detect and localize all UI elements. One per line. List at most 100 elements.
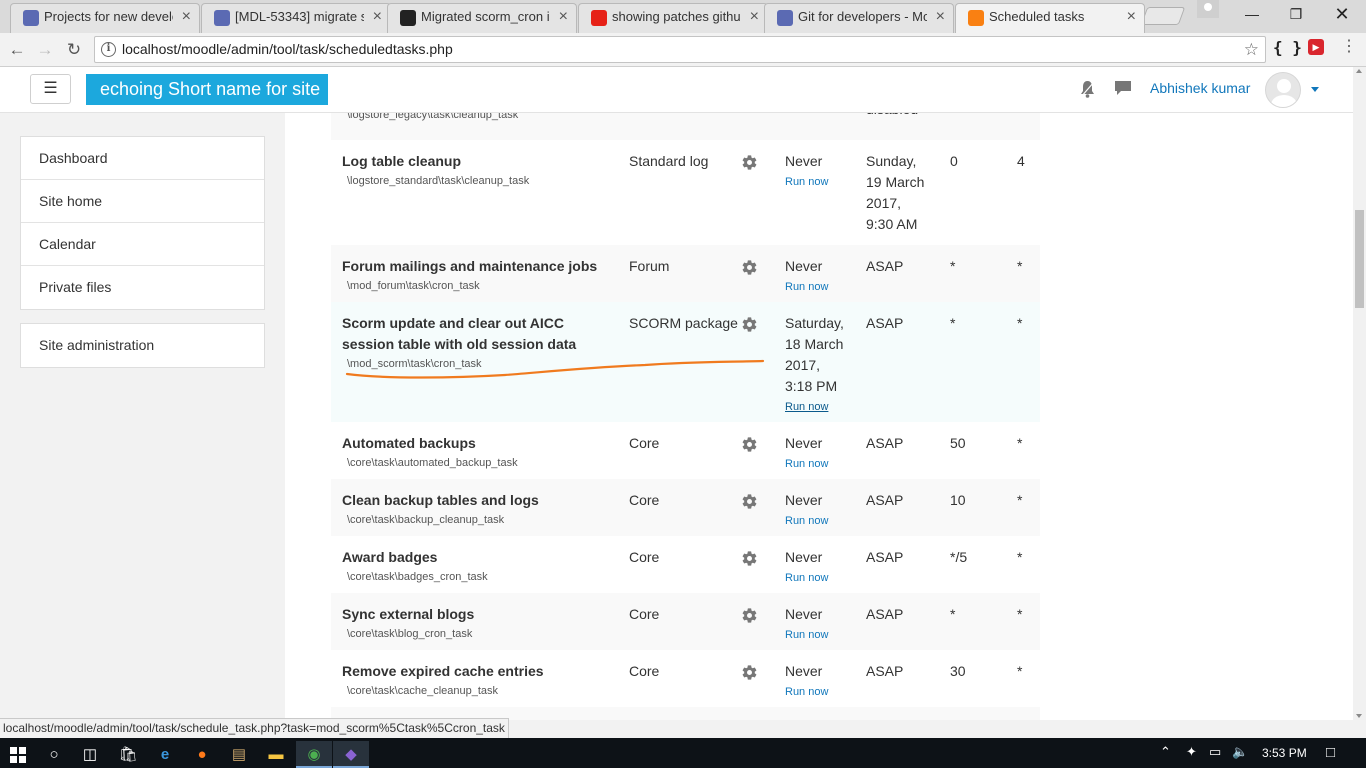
address-bar[interactable]: i localhost/moodle/admin/tool/task/sched… [94, 36, 1266, 63]
calculator-app-icon[interactable]: ▤ [221, 741, 257, 768]
task-hour: * [1017, 718, 1022, 720]
browser-tab[interactable]: Scheduled tasks × [955, 3, 1145, 33]
tab-close-icon[interactable]: × [750, 4, 759, 30]
task-classname: \core\task\badges_cron_task [347, 571, 488, 583]
browser-tab[interactable]: [MDL-53343] migrate sc × [201, 3, 391, 33]
tab-close-icon[interactable]: × [1127, 4, 1136, 30]
task-hour: * [1017, 258, 1023, 274]
edit-gear-icon[interactable] [741, 664, 758, 681]
youtube-icon [591, 10, 607, 26]
site-info-icon[interactable]: i [101, 42, 116, 57]
task-component: Core [629, 718, 659, 720]
clock-time[interactable]: 3:53 PM [1262, 746, 1307, 760]
firefox-icon[interactable]: ● [184, 741, 220, 768]
chevron-down-icon[interactable] [1311, 87, 1319, 92]
scheduled-tasks-region: \logstore_legacy\task\cleanup_task disabl… [285, 113, 1353, 720]
tab-close-icon[interactable]: × [936, 4, 945, 30]
browser-toolbar: ← → ↻ i localhost/moodle/admin/tool/task… [0, 33, 1366, 67]
run-now-link[interactable]: Run now [785, 515, 828, 527]
run-now-link[interactable]: Run now [785, 572, 828, 584]
browser-tab[interactable]: Migrated scorm_cron in × [387, 3, 577, 33]
cortana-search-icon[interactable]: ○ [36, 741, 72, 768]
task-name: Forum mailings and maintenance jobs [342, 258, 598, 274]
edit-gear-icon[interactable] [741, 154, 758, 171]
close-window-icon[interactable]: ✕ [1319, 0, 1365, 30]
task-next-run: ASAP [866, 549, 904, 565]
run-now-link[interactable]: Run now [785, 176, 828, 188]
run-now-link[interactable]: Run now [785, 281, 828, 293]
browser-profile-icon[interactable] [1197, 0, 1219, 18]
task-name: Scorm update and clear out AICC session … [342, 315, 577, 352]
file-explorer-icon[interactable]: ▬ [258, 741, 294, 768]
task-view-icon[interactable]: ◫ [72, 741, 108, 768]
tab-close-icon[interactable]: × [559, 4, 568, 30]
edge-icon[interactable]: e [147, 741, 183, 768]
task-classname: \logstore_standard\task\cleanup_task [347, 175, 530, 187]
browser-tab[interactable]: showing patches github × [578, 3, 768, 33]
page-scrollbar[interactable] [1353, 67, 1366, 720]
table-row: Log table cleanup \logstore_standard\task… [331, 140, 1040, 245]
edit-gear-icon[interactable] [741, 550, 758, 567]
volume-icon[interactable]: 🔈 [1232, 744, 1248, 760]
extension-icon[interactable]: ▶ [1308, 39, 1324, 55]
tab-title: Migrated scorm_cron in [421, 9, 550, 24]
tab-close-icon[interactable]: × [182, 4, 191, 30]
task-last-run: Never [785, 435, 823, 451]
tab-title: [MDL-53343] migrate sc [235, 9, 364, 24]
tab-close-icon[interactable]: × [373, 4, 382, 30]
forward-arrow-icon[interactable]: → [33, 38, 57, 62]
nav-item-calendar[interactable]: Calendar [21, 223, 264, 266]
avatar[interactable] [1265, 72, 1301, 108]
restore-icon[interactable]: ❐ [1273, 0, 1319, 30]
edit-gear-icon[interactable] [741, 316, 758, 333]
chrome-taskbar-icon[interactable]: ◉ [296, 741, 332, 768]
browser-tab[interactable]: Projects for new develop × [10, 3, 200, 33]
reload-icon[interactable]: ↻ [62, 38, 86, 62]
edit-gear-icon[interactable] [741, 607, 758, 624]
task-last-run: Never [785, 153, 823, 169]
task-component: Standard log [629, 153, 709, 169]
tray-overflow-icon[interactable]: ⌃ [1160, 744, 1171, 760]
chrome-menu-icon[interactable]: ⋮ [1341, 38, 1357, 56]
edit-gear-icon[interactable] [741, 259, 758, 276]
task-classname: \core\task\blog_cron_task [347, 628, 473, 640]
store-icon[interactable]: 🛍 [110, 741, 146, 768]
task-hour: * [1017, 492, 1023, 508]
git-app-icon[interactable]: ◆ [333, 741, 369, 768]
run-now-link[interactable]: Run now [785, 686, 828, 698]
nav-item-site-administration[interactable]: Site administration [21, 324, 264, 367]
bookmark-star-icon[interactable]: ☆ [1244, 38, 1259, 62]
run-now-link[interactable]: Run now [785, 401, 828, 413]
scrollbar-thumb[interactable] [1355, 210, 1364, 308]
action-center-icon[interactable]: □ [1326, 744, 1335, 761]
run-now-link[interactable]: Run now [785, 458, 828, 470]
battery-icon[interactable]: ▭ [1209, 744, 1221, 760]
task-hour: * [1017, 549, 1023, 565]
moodle-m-icon [968, 10, 984, 26]
task-classname: \logstore_legacy\task\cleanup_task [347, 113, 519, 121]
edit-gear-icon[interactable] [741, 436, 758, 453]
site-name-link[interactable]: echoing Short name for site [86, 74, 328, 105]
minimize-icon[interactable]: — [1229, 0, 1275, 30]
nav-item-private-files[interactable]: Private files [21, 266, 264, 309]
windows-start-icon[interactable] [0, 741, 36, 768]
notifications-bell-icon[interactable] [1080, 80, 1095, 98]
run-now-link[interactable]: Run now [785, 629, 828, 641]
nav-item-dashboard[interactable]: Dashboard [21, 137, 264, 180]
messages-icon[interactable] [1114, 80, 1132, 96]
url-text[interactable]: localhost/moodle/admin/tool/task/schedul… [122, 37, 453, 62]
task-component: SCORM package [629, 315, 738, 331]
edit-gear-icon[interactable] [741, 493, 758, 510]
wifi-icon[interactable]: ✦ [1186, 744, 1197, 760]
new-tab-button[interactable] [1140, 7, 1186, 25]
scroll-down-arrow-icon[interactable] [1356, 714, 1362, 718]
task-hour: * [1017, 663, 1023, 679]
nav-item-site-home[interactable]: Site home [21, 180, 264, 223]
scroll-up-arrow-icon[interactable] [1356, 69, 1362, 73]
back-arrow-icon[interactable]: ← [5, 38, 29, 62]
user-name[interactable]: Abhishek kumar [1150, 80, 1250, 96]
task-minute: * [950, 258, 956, 274]
nav-drawer-toggle-button[interactable]: ☰ [30, 74, 71, 104]
browser-tab[interactable]: Git for developers - Mo × [764, 3, 954, 33]
json-viewer-extension-icon[interactable]: { } [1273, 38, 1302, 57]
